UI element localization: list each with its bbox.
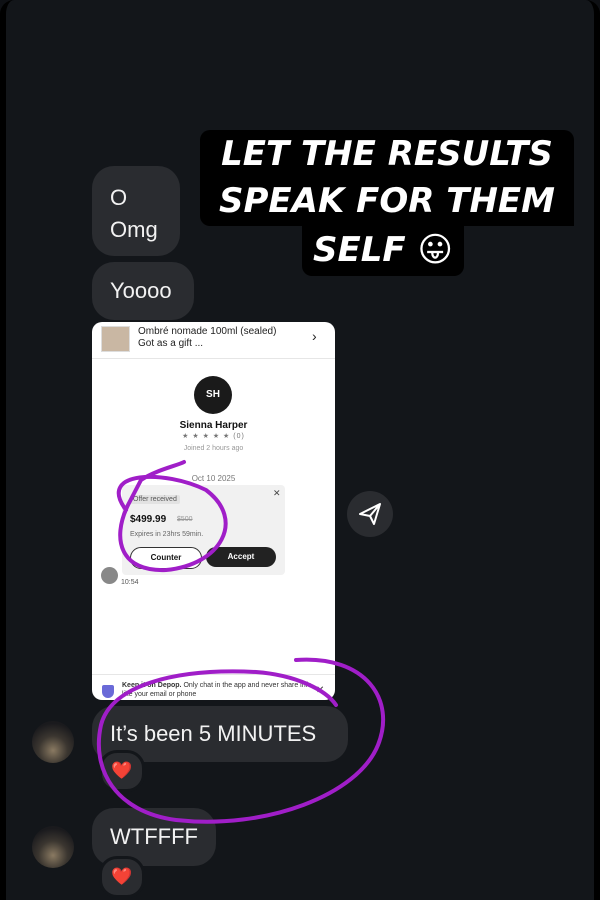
safety-notice: Keep it on Depop. Only chat in the app a… xyxy=(92,674,335,700)
caption-line-1: LET THE RESULTS xyxy=(200,130,574,178)
offer-expiry: Expires in 23hrs 59min. xyxy=(130,531,204,538)
avatar[interactable] xyxy=(32,721,74,763)
message-text: WTFFFF xyxy=(110,824,198,849)
offer-card: Offer received ✕ $499.99 $500 Expires in… xyxy=(122,485,285,575)
message-time: 10:54 xyxy=(121,579,139,586)
heart-reaction[interactable]: ❤️ xyxy=(99,856,145,898)
counter-button: Counter xyxy=(130,547,202,569)
heart-reaction[interactable]: ❤️ xyxy=(99,750,145,792)
product-thumbnail xyxy=(101,326,130,352)
avatar[interactable] xyxy=(32,826,74,868)
seller-name: Sienna Harper xyxy=(179,420,248,431)
seller-avatar: SH xyxy=(194,376,232,414)
shared-screenshot-card[interactable]: Ombré nomade 100ml (sealed) Got as a gif… xyxy=(92,322,335,700)
chevron-right-icon: › xyxy=(312,328,317,344)
shield-icon xyxy=(102,685,114,698)
message-bubble-omg[interactable]: O Omg xyxy=(92,166,180,256)
seller-rating: ★ ★ ★ ★ ★ (0) xyxy=(182,433,245,440)
message-date: Oct 10 2025 xyxy=(191,474,236,483)
close-icon: ✕ xyxy=(273,488,281,498)
paper-plane-icon xyxy=(359,503,381,525)
seller-joined: Joined 2 hours ago xyxy=(183,445,244,452)
message-text: It’s been 5 MINUTES xyxy=(110,721,317,746)
product-title: Ombré nomade 100ml (sealed) Got as a gif… xyxy=(138,326,277,349)
caption-line-3: SELF 😛 xyxy=(302,224,464,276)
caption-line-2: SPEAK FOR THEM xyxy=(200,176,574,226)
product-header[interactable]: Ombré nomade 100ml (sealed) Got as a gif… xyxy=(92,322,335,359)
offer-price: $499.99 xyxy=(130,514,167,525)
offer-status: Offer received xyxy=(130,495,180,504)
notice-text: Keep it on Depop. Only chat in the app a… xyxy=(122,682,312,698)
avatar xyxy=(101,567,118,584)
message-text: O Omg xyxy=(110,185,158,242)
accept-button: Accept xyxy=(206,547,276,567)
share-button[interactable] xyxy=(347,491,393,537)
message-text: Yoooo xyxy=(110,278,172,303)
chat-screen: LET THE RESULTS SPEAK FOR THEM SELF 😛 O … xyxy=(0,0,600,900)
original-price: $500 xyxy=(177,516,193,523)
close-icon: ✕ xyxy=(316,685,325,696)
message-bubble-yoooo[interactable]: Yoooo xyxy=(92,262,194,320)
